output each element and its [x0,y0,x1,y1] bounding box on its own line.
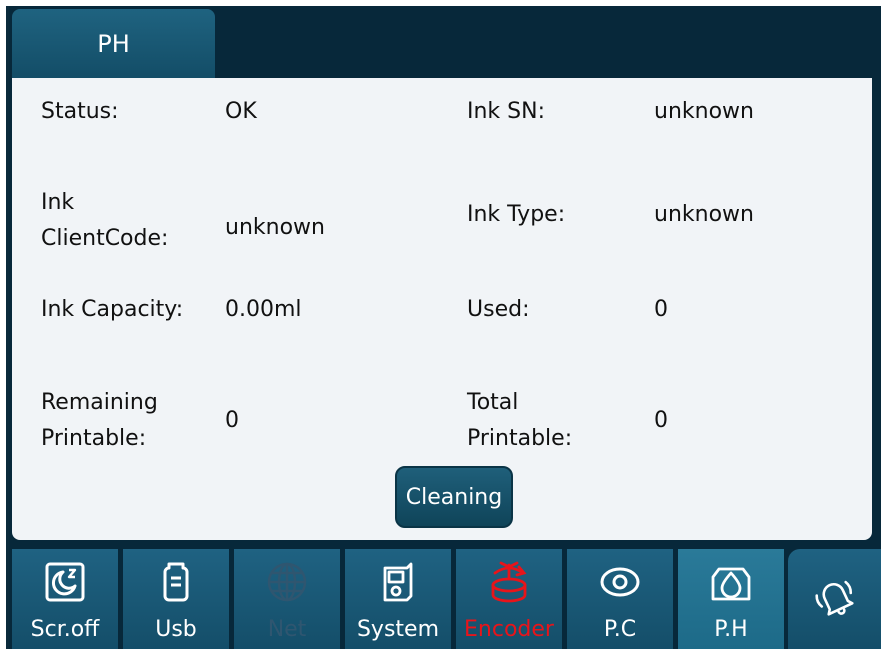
ink-sn-value: unknown [654,99,754,124]
status-label: Status: [41,99,119,124]
tab-ph-label: PH [97,29,130,58]
globe-icon [234,557,340,607]
nav-system-label: System [356,617,440,642]
app-frame: PH Status: OK Ink SN: unknown Ink Client… [9,6,881,649]
total-printable-label-line2: Printable: [467,426,573,451]
total-printable-label-line1: Total [467,390,519,415]
top-bar: PH [9,6,881,78]
printer-system-icon [345,557,451,607]
ink-sn-label: Ink SN: [467,99,545,124]
ink-clientcode-label-line1: Ink [41,190,75,215]
ink-clientcode-label-line2: ClientCode: [41,226,169,251]
ph-info-panel: Status: OK Ink SN: unknown Ink ClientCod… [12,78,872,540]
eye-icon [567,557,673,607]
ink-capacity-value: 0.00ml [225,297,302,322]
ink-drop-icon [678,557,784,607]
nav-scr-off[interactable]: Scr.off [12,549,118,649]
ink-clientcode-value: unknown [225,215,325,240]
nav-pc[interactable]: P.C [567,549,673,649]
nav-net-label: Net [267,617,307,642]
status-value: OK [225,99,257,124]
ink-type-label: Ink Type: [467,202,566,227]
remaining-printable-label-line2: Printable: [41,426,147,451]
nav-usb[interactable]: Usb [123,549,229,649]
nav-ph-label: P.H [714,617,748,642]
used-value: 0 [654,297,668,322]
ink-type-value: unknown [654,202,754,227]
nav-pc-label: P.C [603,617,637,642]
nav-system[interactable]: System [345,549,451,649]
nav-usb-label: Usb [155,617,197,642]
bell-icon [812,574,858,624]
screen-off-moon-icon [12,557,118,607]
cleaning-button-label: Cleaning [405,484,503,510]
tab-ph[interactable]: PH [12,9,215,78]
usb-drive-icon [123,557,229,607]
nav-encoder[interactable]: Encoder [456,549,562,649]
remaining-printable-value: 0 [225,408,239,433]
device-screen: PH Status: OK Ink SN: unknown Ink Client… [0,0,881,655]
ink-capacity-label: Ink Capacity: [41,297,184,322]
used-label: Used: [467,297,530,322]
encoder-icon [456,557,562,607]
total-printable-value: 0 [654,408,668,433]
nav-net[interactable]: Net [234,549,340,649]
alarm-bell-button[interactable] [788,549,881,649]
bottom-nav: Scr.off Usb Net System Encoder P.C P.H [9,545,881,649]
nav-scr-off-label: Scr.off [30,617,100,642]
cleaning-button[interactable]: Cleaning [395,466,513,528]
remaining-printable-label-line1: Remaining [41,390,158,415]
nav-ph[interactable]: P.H [678,549,784,649]
nav-encoder-label: Encoder [464,617,554,642]
